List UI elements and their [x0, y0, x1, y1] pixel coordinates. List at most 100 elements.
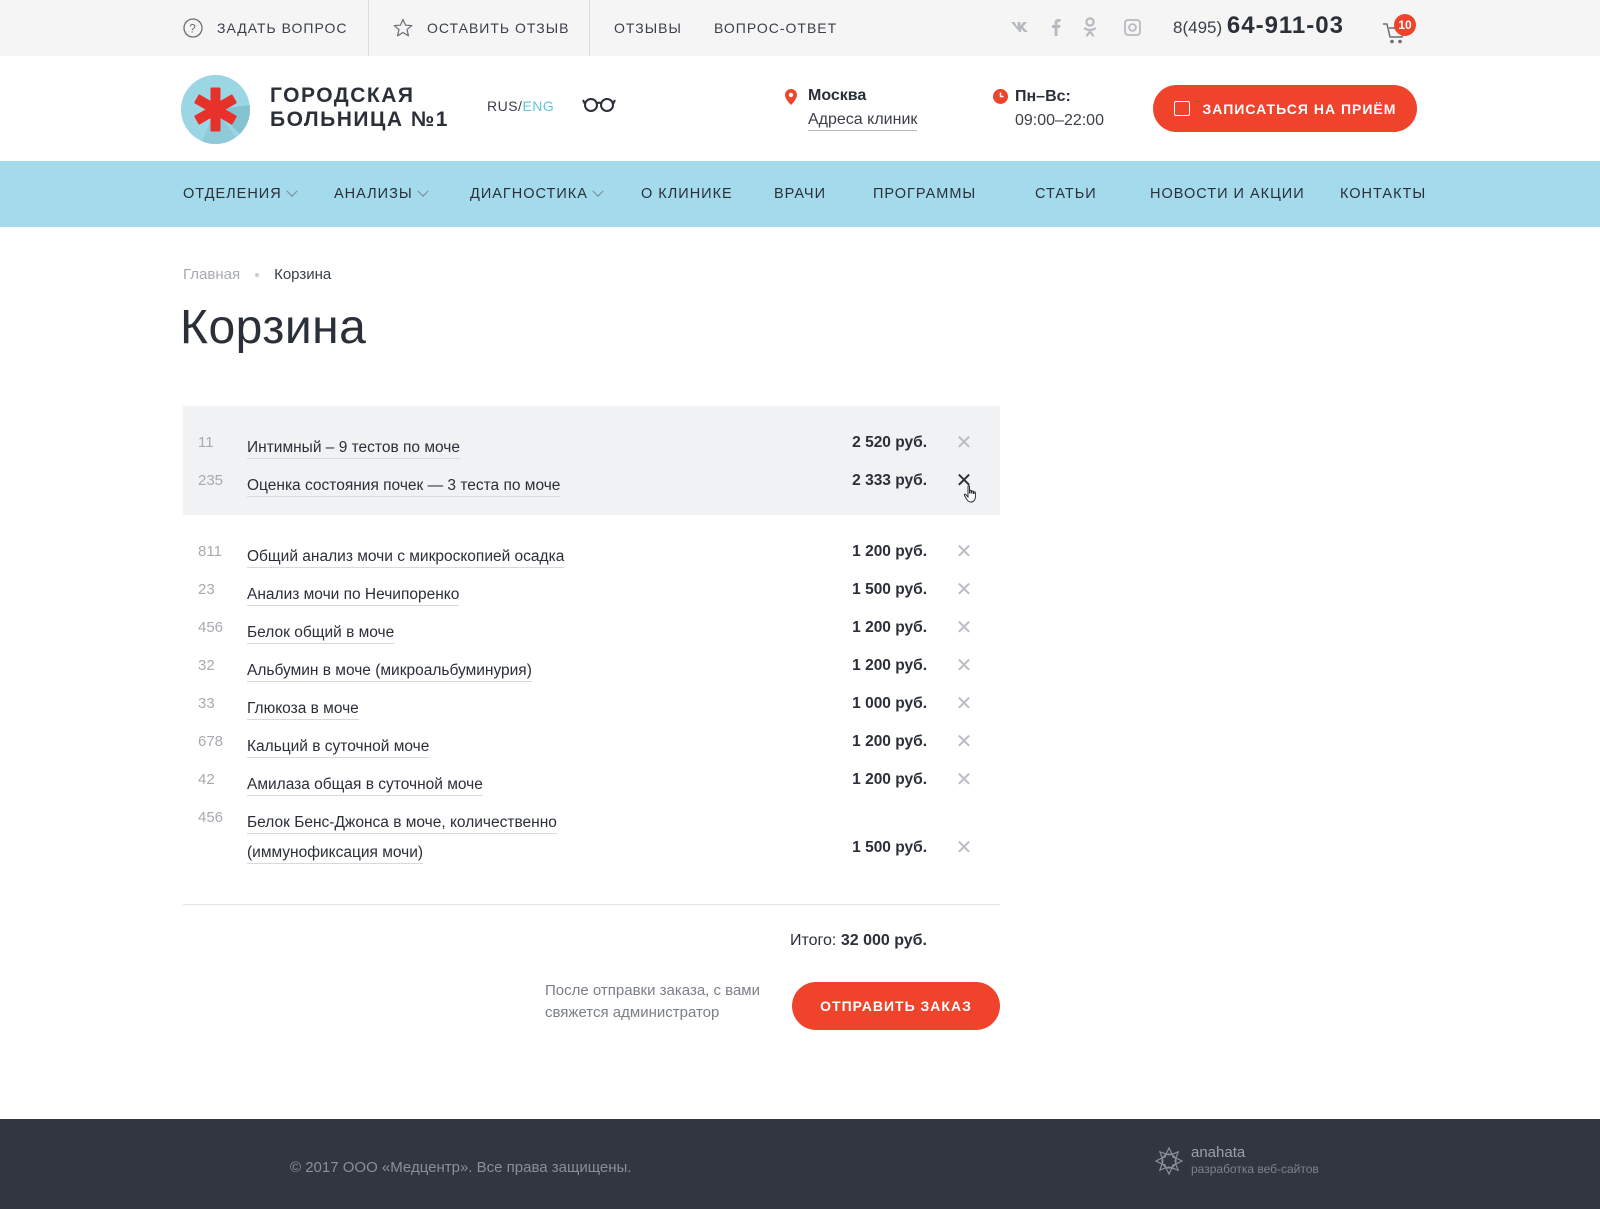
phone-main: 64-911-03 — [1226, 12, 1344, 39]
item-code: 11 — [198, 434, 214, 451]
appointment-button-label: Записаться на приём — [1202, 100, 1397, 117]
remove-item-icon[interactable]: ✕ — [955, 580, 973, 600]
item-name: Кальций в суточной моче — [247, 738, 430, 758]
item-name-link[interactable]: Оценка состояния почек — 3 теста по моче — [247, 471, 561, 501]
remove-item-icon[interactable]: ✕ — [955, 770, 973, 790]
hours-label: Пн–Вс: — [1015, 88, 1071, 105]
item-price: 2 333 руб. — [852, 472, 927, 489]
remove-item-icon[interactable]: ✕ — [955, 694, 973, 714]
send-order-button[interactable]: Отправить заказ — [792, 982, 1000, 1030]
footer: © 2017 ООО «Медцентр». Все права защищен… — [0, 1119, 1600, 1209]
lang-eng[interactable]: ENG — [522, 98, 554, 114]
working-hours: 09:00–22:00 — [1015, 112, 1104, 129]
nav-item-departments[interactable]: Отделения — [183, 161, 298, 227]
remove-item-icon[interactable]: ✕ — [955, 656, 973, 676]
remove-item-icon[interactable]: ✕ — [955, 618, 973, 638]
item-code: 235 — [198, 472, 224, 489]
item-price: 1 200 руб. — [852, 733, 927, 750]
developer-name: anahata — [1191, 1144, 1246, 1161]
divider — [368, 0, 369, 56]
item-name-link[interactable]: Амилаза общая в суточной моче — [247, 770, 483, 800]
developer-text: anahata разработка веб-сайтов — [1191, 1145, 1319, 1177]
clock-icon — [993, 89, 1008, 104]
item-code: 678 — [198, 733, 224, 750]
svg-text:?: ? — [189, 22, 197, 36]
nav-item-programs[interactable]: Программы — [873, 161, 976, 227]
nav-item-contacts[interactable]: Контакты — [1340, 161, 1426, 227]
item-name-link[interactable]: Анализ мочи по Нечипоренко — [247, 580, 460, 610]
nav-item-diagnostics[interactable]: Диагностика — [470, 161, 604, 227]
cart-row: 42 Амилаза общая в суточной моче 1 200 р… — [183, 761, 1000, 799]
cart-row: 456 Белок общий в моче 1 200 руб. ✕ — [183, 609, 1000, 647]
reviews-link[interactable]: Отзывы — [614, 0, 682, 56]
item-code: 811 — [198, 543, 222, 560]
item-name-link[interactable]: Альбумин в моче (микроальбуминурия) — [247, 656, 532, 686]
nav-item-about[interactable]: О клинике — [641, 161, 733, 227]
addresses-link[interactable]: Адреса клиник — [808, 111, 918, 131]
item-name: Глюкоза в моче — [247, 700, 359, 720]
leave-review-link[interactable]: Оставить отзыв — [393, 0, 569, 56]
item-name-link[interactable]: Общий анализ мочи с микроскопией осадка — [247, 542, 565, 572]
phone-number[interactable]: 8(495) 64-911-03 — [1173, 12, 1344, 40]
chevron-down-icon — [592, 185, 604, 197]
logo-line-1: ГОРОДСКАЯ — [270, 84, 415, 107]
nav-item-news[interactable]: Новости и акции — [1150, 161, 1305, 227]
item-name-link[interactable]: Интимный – 9 тестов по моче — [247, 433, 460, 463]
remove-item-icon[interactable]: ✕ — [955, 542, 973, 562]
glasses-icon[interactable] — [582, 97, 616, 118]
item-name-link[interactable]: Белок общий в моче — [247, 618, 395, 648]
leave-review-label: Оставить отзыв — [427, 20, 570, 36]
calendar-icon — [1173, 101, 1190, 116]
instagram-icon[interactable] — [1122, 17, 1142, 37]
item-price: 1 200 руб. — [852, 657, 927, 674]
nav-item-doctors[interactable]: Врачи — [774, 161, 826, 227]
breadcrumb: Главная Корзина — [183, 266, 331, 283]
developer-credit[interactable]: anahata разработка веб-сайтов — [1153, 1145, 1319, 1177]
item-name-link[interactable]: Глюкоза в моче — [247, 694, 359, 724]
nav-label: Диагностика — [470, 186, 588, 202]
item-code: 42 — [198, 771, 215, 788]
city-label: Москва — [808, 87, 867, 104]
item-name: Белок общий в моче — [247, 624, 395, 644]
remove-item-icon[interactable]: ✕ — [955, 433, 973, 453]
item-code: 32 — [198, 657, 215, 674]
ask-question-link[interactable]: ? Задать вопрос — [183, 0, 347, 56]
lang-rus[interactable]: RUS/ — [487, 98, 522, 114]
item-name: Интимный – 9 тестов по моче — [247, 439, 460, 459]
appointment-button[interactable]: Записаться на приём — [1153, 85, 1417, 132]
cart-row: 11 Интимный – 9 тестов по моче 2 520 руб… — [183, 424, 1000, 462]
cart-row: 235 Оценка состояния почек — 3 теста по … — [183, 462, 1000, 503]
divider — [183, 904, 1000, 905]
star-icon — [393, 18, 413, 38]
faq-link[interactable]: Вопрос-ответ — [714, 0, 837, 56]
item-name-link[interactable]: Кальций в суточной моче — [247, 732, 430, 762]
logo-line-2: БОЛЬНИЦА №1 — [270, 108, 449, 131]
item-name-link[interactable]: Белок Бенс-Джонса в моче, количественно … — [247, 808, 557, 868]
item-name-line-2: (иммунофиксация мочи) — [247, 844, 424, 864]
item-code: 23 — [198, 581, 215, 598]
remove-item-icon[interactable]: ✕ — [955, 732, 973, 752]
order-total: Итого: 32 000 руб. — [790, 932, 927, 950]
item-name: Амилаза общая в суточной моче — [247, 776, 483, 796]
item-code: 456 — [198, 809, 224, 826]
cart-row: 32 Альбумин в моче (микроальбуминурия) 1… — [183, 647, 1000, 685]
item-price: 1 500 руб. — [852, 581, 927, 598]
logo-icon[interactable] — [181, 75, 250, 144]
nav-item-articles[interactable]: Статьи — [1035, 161, 1097, 227]
remove-item-icon[interactable]: ✕ — [955, 838, 973, 858]
item-price: 1 200 руб. — [852, 619, 927, 636]
nav-label: Отделения — [183, 186, 282, 202]
item-code: 33 — [198, 695, 215, 712]
item-price: 1 200 руб. — [852, 543, 927, 560]
vk-icon[interactable] — [1010, 17, 1030, 37]
nav-label: Анализы — [334, 186, 413, 202]
facebook-icon[interactable] — [1046, 17, 1066, 37]
logo-title[interactable]: ГОРОДСКАЯ БОЛЬНИЦА №1 — [270, 84, 449, 132]
item-price: 1 500 руб. — [852, 839, 927, 856]
nav-item-analyses[interactable]: Анализы — [334, 161, 429, 227]
item-name: Альбумин в моче (микроальбуминурия) — [247, 662, 532, 682]
language-switcher[interactable]: RUS/ENG — [487, 98, 554, 114]
breadcrumb-home[interactable]: Главная — [183, 266, 240, 283]
item-code: 456 — [198, 619, 224, 636]
odnoklassniki-icon[interactable] — [1080, 17, 1100, 37]
